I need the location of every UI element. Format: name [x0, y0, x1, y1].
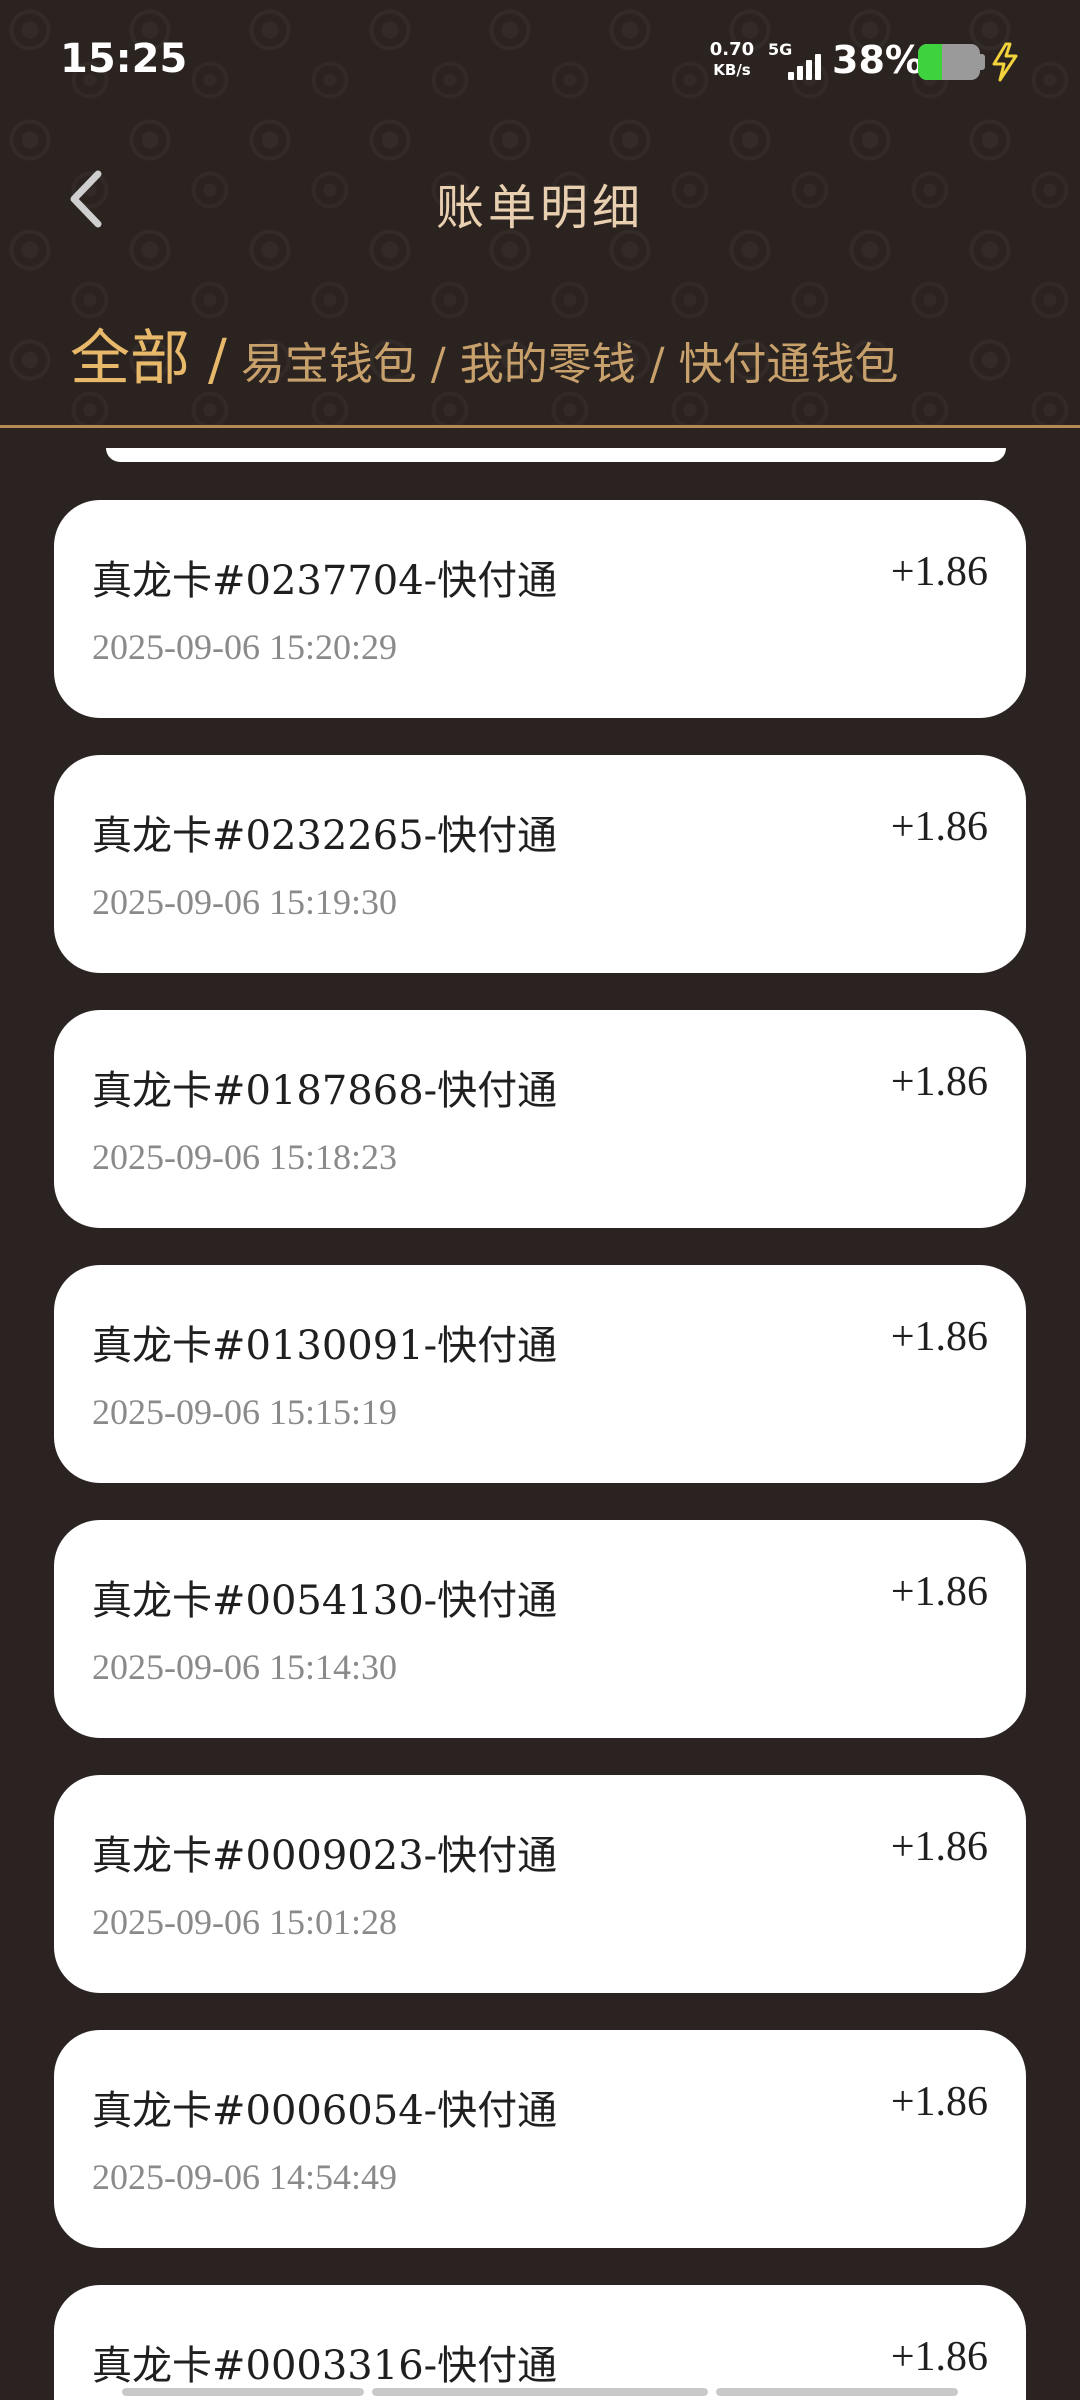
transaction-card[interactable]: 真龙卡#0006054-快付通 2025-09-06 14:54:49 +1.8… [54, 2030, 1026, 2248]
transaction-card[interactable]: 真龙卡#0237704-快付通 2025-09-06 15:20:29 +1.8… [54, 500, 1026, 718]
transaction-time: 2025-09-06 15:20:29 [92, 627, 397, 667]
transaction-card[interactable]: 真龙卡#0232265-快付通 2025-09-06 15:19:30 +1.8… [54, 755, 1026, 973]
transaction-title: 真龙卡#0232265-快付通 [92, 813, 558, 859]
bottom-indicator [372, 2388, 708, 2396]
battery-tip [980, 54, 985, 70]
bottom-indicator [716, 2388, 958, 2396]
transaction-amount: +1.86 [890, 804, 988, 850]
transaction-card[interactable]: 真龙卡#0130091-快付通 2025-09-06 15:15:19 +1.8… [54, 1265, 1026, 1483]
transaction-time: 2025-09-06 15:18:23 [92, 1137, 397, 1177]
network-speed-unit: KB/s [713, 61, 751, 79]
transaction-amount: +1.86 [890, 1314, 988, 1360]
battery-percent: 38% [832, 38, 923, 82]
transaction-title: 真龙卡#0130091-快付通 [92, 1323, 558, 1369]
network-speed: 0.70 KB/s [706, 40, 758, 80]
tab-all[interactable]: 全部 [70, 310, 190, 397]
transaction-card[interactable]: 真龙卡#0009023-快付通 2025-09-06 15:01:28 +1.8… [54, 1775, 1026, 1993]
transaction-title: 真龙卡#0237704-快付通 [92, 558, 558, 604]
header: 15:25 0.70 KB/s 5G 38% 账单明细 全部 / 易宝钱包 / … [0, 0, 1080, 428]
partial-card-above [106, 448, 1006, 462]
charging-bolt-icon [992, 42, 1018, 82]
tab-kuaifutong-wallet[interactable]: 快付通钱包 [679, 328, 899, 392]
transaction-title: 真龙卡#0003316-快付通 [92, 2343, 558, 2389]
battery-icon [918, 44, 980, 80]
status-time: 15:25 [60, 36, 188, 82]
transaction-amount: +1.86 [890, 549, 988, 595]
tab-separator: / [208, 328, 227, 393]
network-speed-value: 0.70 [709, 39, 755, 60]
battery-fill [918, 44, 942, 80]
tab-separator: / [649, 339, 665, 390]
tab-separator: / [430, 339, 446, 390]
transaction-title: 真龙卡#0009023-快付通 [92, 1833, 558, 1879]
transaction-card[interactable]: 真龙卡#0003316-快付通 +1.86 [54, 2285, 1026, 2400]
transaction-amount: +1.86 [890, 2334, 988, 2380]
transaction-time: 2025-09-06 15:15:19 [92, 1392, 397, 1432]
transaction-time: 2025-09-06 15:01:28 [92, 1902, 397, 1942]
signal-icon [788, 52, 824, 80]
tab-yibao-wallet[interactable]: 易宝钱包 [241, 328, 417, 392]
transaction-amount: +1.86 [890, 1059, 988, 1105]
transaction-title: 真龙卡#0187868-快付通 [92, 1068, 558, 1114]
tab-bar: 全部 / 易宝钱包 / 我的零钱 / 快付通钱包 [70, 310, 899, 394]
transaction-amount: +1.86 [890, 1824, 988, 1870]
transaction-time: 2025-09-06 14:54:49 [92, 2157, 397, 2197]
transaction-time: 2025-09-06 15:19:30 [92, 882, 397, 922]
tab-my-change[interactable]: 我的零钱 [460, 328, 636, 392]
transaction-time: 2025-09-06 15:14:30 [92, 1647, 397, 1687]
status-bar: 15:25 0.70 KB/s 5G 38% [0, 0, 1080, 120]
page-title: 账单明细 [435, 180, 644, 236]
transaction-title: 真龙卡#0006054-快付通 [92, 2088, 558, 2134]
transaction-card[interactable]: 真龙卡#0054130-快付通 2025-09-06 15:14:30 +1.8… [54, 1520, 1026, 1738]
transaction-amount: +1.86 [890, 2079, 988, 2125]
transaction-title: 真龙卡#0054130-快付通 [92, 1578, 558, 1624]
bottom-indicator [122, 2388, 364, 2396]
transaction-amount: +1.86 [890, 1569, 988, 1615]
transaction-card[interactable]: 真龙卡#0187868-快付通 2025-09-06 15:18:23 +1.8… [54, 1010, 1026, 1228]
